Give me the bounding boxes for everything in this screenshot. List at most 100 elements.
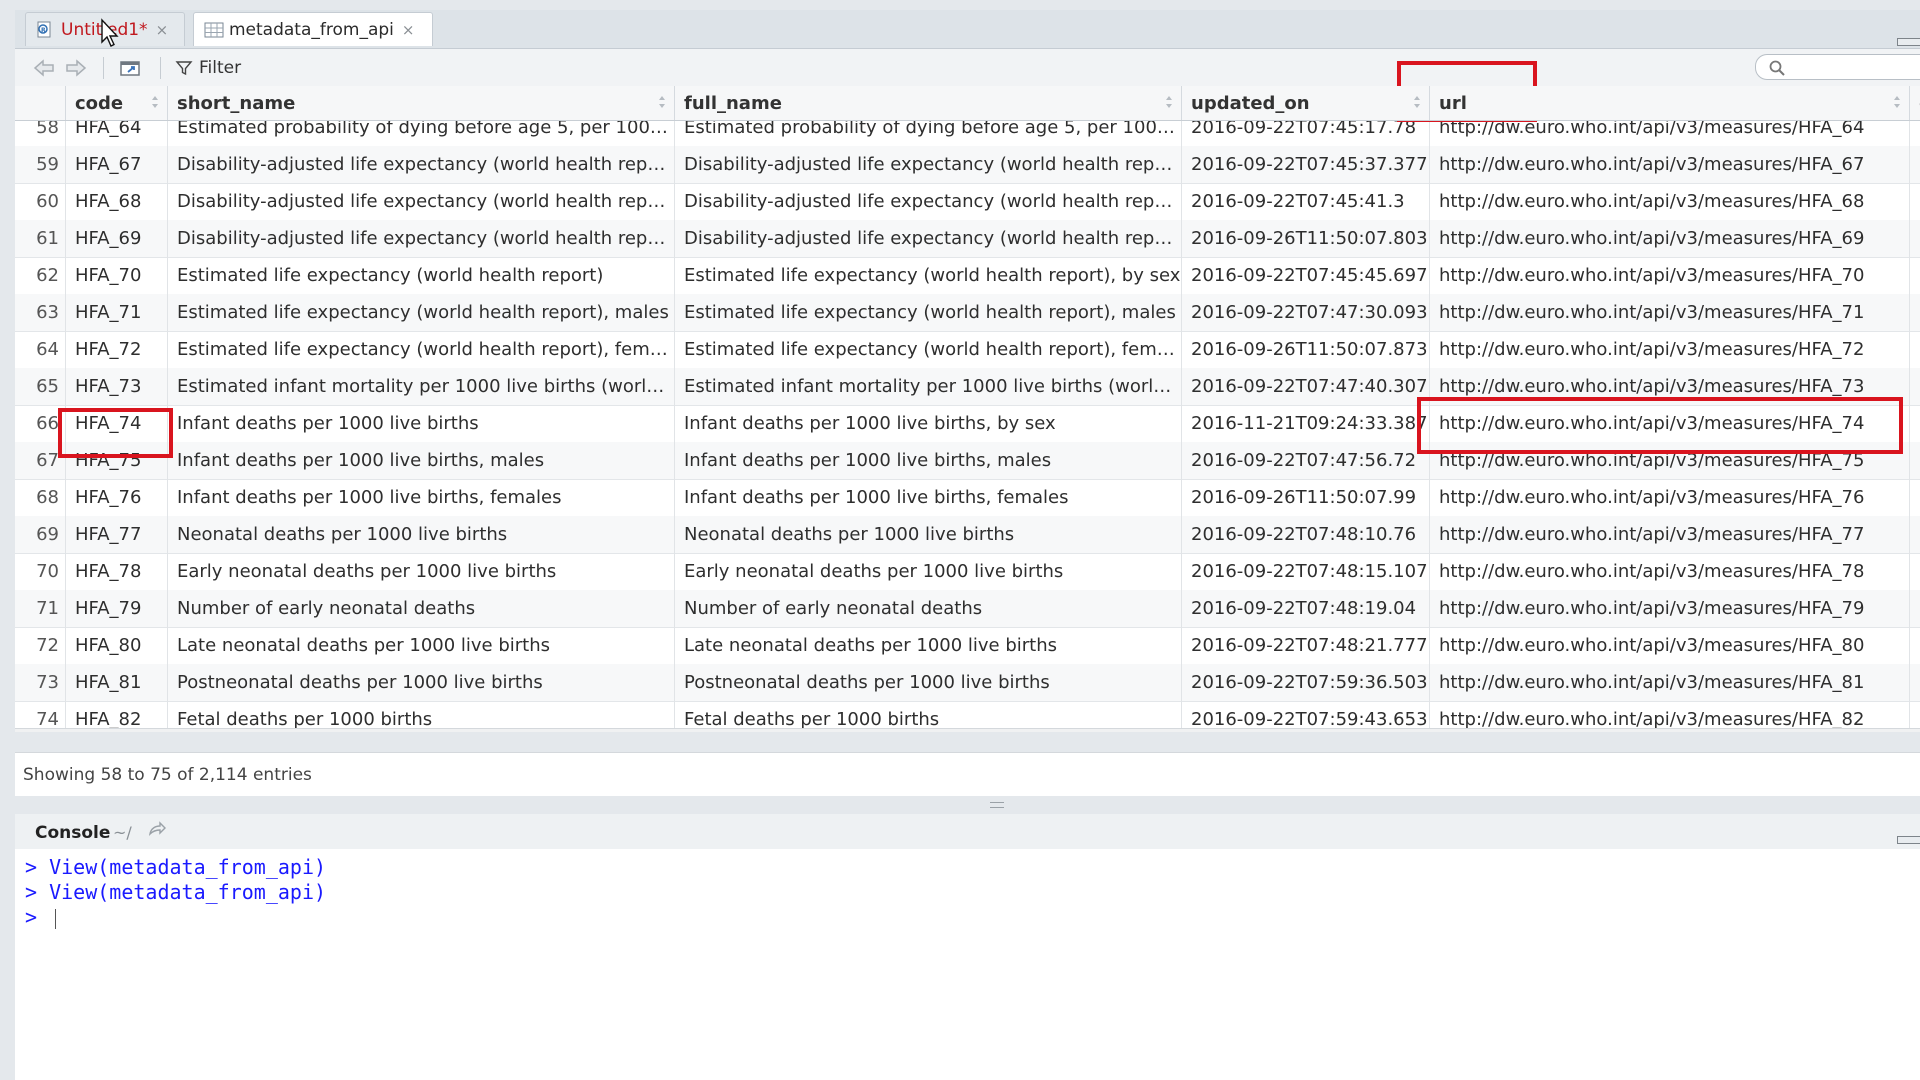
table-row[interactable]: 67 HFA_75 Infant deaths per 1000 live birt… (15, 442, 1920, 480)
close-icon[interactable]: × (402, 21, 415, 39)
row-number: 65 (15, 368, 66, 405)
table-row[interactable]: 60 HFA_68 Disability-adjusted life expecta… (15, 183, 1920, 221)
splitter-grip-icon (990, 802, 1004, 808)
table-row[interactable]: 68 HFA_76 Infant deaths per 1000 live birt… (15, 479, 1920, 517)
table-row[interactable]: 62 HFA_70 Estimated life expectancy (world… (15, 257, 1920, 295)
cell-full_name: Infant deaths per 1000 live births, by s… (675, 405, 1182, 442)
forward-arrow-icon[interactable] (62, 55, 90, 80)
sort-icon[interactable] (1893, 93, 1901, 111)
row-number: 71 (15, 590, 66, 627)
console-output[interactable]: > View(metadata_from_api) > View(metadat… (15, 849, 1920, 1080)
row-number: 69 (15, 516, 66, 553)
search-icon (1769, 60, 1785, 76)
cell-updated_on: 2016-09-22T07:48:10.76 (1182, 516, 1430, 553)
cell-short_name: Infant deaths per 1000 live births, male… (168, 442, 675, 479)
sort-icon[interactable] (658, 93, 666, 111)
column-header-code[interactable]: code (66, 86, 168, 120)
cell-short_name: Early neonatal deaths per 1000 live birt… (168, 553, 675, 590)
cell-url: http://dw.euro.who.int/api/v3/measures/H… (1430, 331, 1910, 368)
cell-url: http://dw.euro.who.int/api/v3/measures/H… (1430, 664, 1910, 701)
cell-short_name: Disability-adjusted life expectancy (wor… (168, 220, 675, 257)
cell-updated_on: 2016-09-26T11:50:07.873 (1182, 331, 1430, 368)
cell-updated_on: 2016-09-22T07:48:15.107 (1182, 553, 1430, 590)
filter-label: Filter (199, 57, 242, 78)
cell-code: HFA_68 (66, 183, 168, 220)
cell-full_name: Number of early neonatal deaths (675, 590, 1182, 627)
row-number: 60 (15, 183, 66, 220)
table-row[interactable]: 69 HFA_77 Neonatal deaths per 1000 live bi… (15, 516, 1920, 554)
search-box[interactable] (1755, 54, 1920, 80)
table-row[interactable]: 66 HFA_74 Infant deaths per 1000 live birt… (15, 405, 1920, 443)
sort-icon[interactable] (1413, 93, 1421, 111)
cell-full_name: Estimated life expectancy (world health … (675, 257, 1182, 294)
table-row[interactable]: 71 HFA_79 Number of early neonatal deaths N… (15, 590, 1920, 628)
back-arrow-icon[interactable] (30, 55, 58, 80)
cell-updated_on: 2016-09-22T07:48:21.777 (1182, 627, 1430, 664)
row-number: 61 (15, 220, 66, 257)
column-header-updated_on[interactable]: updated_on (1182, 86, 1430, 120)
column-header-url[interactable]: url (1430, 86, 1910, 120)
cell-short_name: Infant deaths per 1000 live births, fema… (168, 479, 675, 516)
cell-updated_on: 2016-09-22T07:59:36.503 (1182, 664, 1430, 701)
cell-full_name: Estimated infant mortality per 1000 live… (675, 368, 1182, 405)
table-row[interactable]: 59 HFA_67 Disability-adjusted life expecta… (15, 146, 1920, 184)
column-header-short_name[interactable]: short_name (168, 86, 675, 120)
cell-updated_on: 2016-09-22T07:47:30.093 (1182, 294, 1430, 331)
cell-updated_on: 2016-11-21T09:24:33.387 (1182, 405, 1430, 442)
cell-full_name: Neonatal deaths per 1000 live births (675, 516, 1182, 553)
cell-url: http://dw.euro.who.int/api/v3/measures/H… (1430, 590, 1910, 627)
cell-url: http://dw.euro.who.int/api/v3/measures/H… (1430, 368, 1910, 405)
close-icon[interactable]: × (156, 21, 169, 39)
cell-full_name: Infant deaths per 1000 live births, male… (675, 442, 1182, 479)
cell-code: HFA_67 (66, 146, 168, 183)
r-script-icon: R (36, 21, 54, 39)
cell-short_name: Number of early neonatal deaths (168, 590, 675, 627)
cell-full_name: Estimated life expectancy (world health … (675, 331, 1182, 368)
cell-code: HFA_79 (66, 590, 168, 627)
table-row[interactable]: 72 HFA_80 Late neonatal deaths per 1000 li… (15, 627, 1920, 665)
prompt-symbol: > (25, 905, 50, 929)
cell-updated_on: 2016-09-22T07:48:19.04 (1182, 590, 1430, 627)
cell-short_name: Postneonatal deaths per 1000 live births (168, 664, 675, 701)
table-row[interactable]: 61 HFA_69 Disability-adjusted life expecta… (15, 220, 1920, 258)
sort-icon[interactable] (151, 93, 159, 111)
row-number: 64 (15, 331, 66, 368)
mouse-pointer-icon (100, 18, 120, 52)
row-number: 67 (15, 442, 66, 479)
cell-code: HFA_70 (66, 257, 168, 294)
table-row[interactable]: 64 HFA_72 Estimated life expectancy (world… (15, 331, 1920, 369)
filter-icon (175, 60, 193, 75)
editor-tab-bar: R Untitled1* × metadata_from_api × (15, 10, 1920, 49)
cell-full_name: Estimated life expectancy (world health … (675, 294, 1182, 331)
go-to-directory-icon[interactable] (147, 820, 167, 843)
cell-updated_on: 2016-09-22T07:45:41.3 (1182, 183, 1430, 220)
pane-splitter[interactable] (15, 796, 1920, 814)
cell-short_name: Disability-adjusted life expectancy (wor… (168, 183, 675, 220)
search-input[interactable] (1794, 57, 1920, 79)
minimize-pane-button[interactable] (1897, 38, 1920, 46)
data-grid: codeshort_namefull_nameupdated_onurlda 5… (15, 86, 1920, 732)
cell-code: HFA_78 (66, 553, 168, 590)
table-row[interactable]: 70 HFA_78 Early neonatal deaths per 1000 l… (15, 553, 1920, 591)
column-header-da[interactable]: da (1910, 86, 1920, 120)
tab-metadata-from-api[interactable]: metadata_from_api × (193, 12, 433, 46)
cell-updated_on: 2016-09-26T11:50:07.99 (1182, 479, 1430, 516)
minimize-console-button[interactable] (1897, 836, 1920, 844)
filter-button[interactable]: Filter (175, 55, 241, 80)
cell-code: HFA_73 (66, 368, 168, 405)
popout-window-icon[interactable] (115, 55, 147, 80)
cell-updated_on: 2016-09-22T07:47:40.307 (1182, 368, 1430, 405)
table-row[interactable]: 63 HFA_71 Estimated life expectancy (world… (15, 294, 1920, 332)
table-row[interactable]: 73 HFA_81 Postneonatal deaths per 1000 liv… (15, 664, 1920, 702)
sort-icon[interactable] (1165, 93, 1173, 111)
horizontal-scrollbar[interactable]: ◀ ||| ▶ (15, 728, 1920, 732)
cell-full_name: Disability-adjusted life expectancy (wor… (675, 183, 1182, 220)
left-gutter (0, 0, 15, 1080)
table-row[interactable]: 65 HFA_73 Estimated infant mortality per 1… (15, 368, 1920, 406)
cell-code: HFA_75 (66, 442, 168, 479)
column-header-full_name[interactable]: full_name (675, 86, 1182, 120)
console-line: > View(metadata_from_api) (25, 880, 327, 904)
cell-url: http://dw.euro.who.int/api/v3/measures/H… (1430, 516, 1910, 553)
console-prompt[interactable]: > (25, 905, 57, 930)
cell-updated_on: 2016-09-22T07:45:37.377 (1182, 146, 1430, 183)
